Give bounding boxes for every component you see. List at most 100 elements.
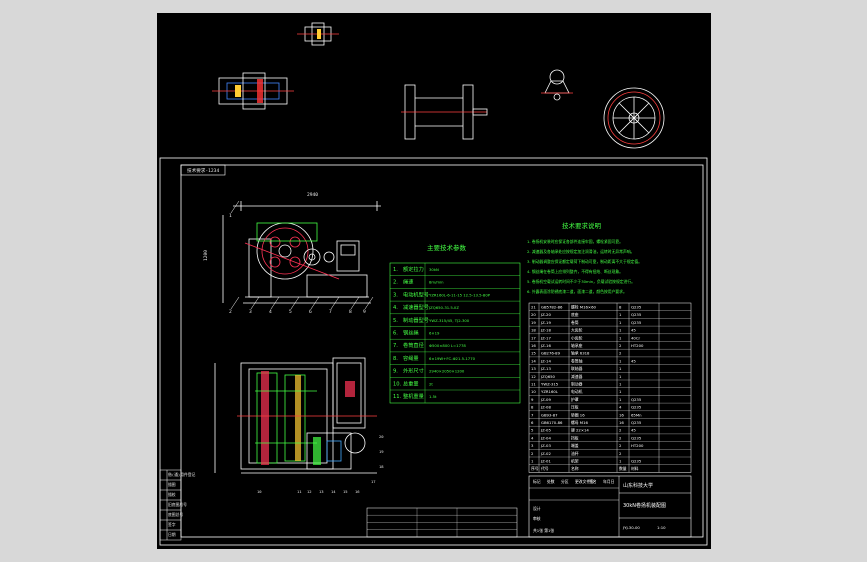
bom-qty: 2: [619, 343, 622, 348]
bom-no: 4: [531, 435, 534, 440]
param-value: YWZ-315/45, TJ2-300: [429, 318, 470, 323]
bom-code: JZ-20: [540, 312, 551, 317]
bom-qty: 1: [619, 389, 622, 394]
callout-number: 7: [329, 309, 332, 315]
detail-view-gearbox-left: [212, 72, 294, 110]
param-no: 11.: [393, 394, 402, 400]
bom-name: 轴承座: [571, 343, 583, 348]
bom-name: 压板: [571, 405, 579, 410]
bom-name: 电动机: [571, 389, 583, 394]
param-value: 6×19: [429, 331, 440, 336]
param-value: 30kN: [429, 267, 439, 272]
param-value: YZR160L-6-11-15 12.5-13.5-80P: [429, 292, 491, 297]
bom-header: 代号: [541, 466, 549, 471]
bom-mat: 45: [631, 358, 636, 363]
title-designer: 设计: [533, 506, 541, 511]
param-value: 1.5t: [429, 394, 437, 399]
bom-name: 卷筒轴: [571, 358, 583, 363]
callout-number: 14: [331, 489, 336, 494]
detail-view-gear-wheel: [603, 87, 665, 149]
bom-qty: 1: [619, 358, 622, 363]
front-elevation-view: [222, 201, 381, 304]
rev-header: 分区: [561, 479, 569, 484]
param-name: 容绳量: [403, 354, 419, 362]
param-value: Φ500×800 L=1778: [429, 343, 466, 348]
bom-no: 12: [531, 374, 536, 379]
front-view-callouts: 1 2 3 4 5 6 7 8 9: [229, 200, 374, 315]
bom-qty: 1: [619, 374, 622, 379]
bom-no: 15: [531, 351, 536, 356]
param-no: 7.: [393, 343, 398, 349]
plan-view: [214, 357, 377, 474]
bom-no: 19: [531, 320, 536, 325]
param-name: 外形尺寸: [403, 367, 424, 375]
bom-name: 螺栓 M16×60: [571, 305, 597, 310]
bom-qty: 16: [619, 412, 624, 417]
bom-name: 小齿轮: [571, 335, 583, 340]
bom-qty: 1: [619, 459, 622, 464]
callout-number: 10: [257, 489, 262, 494]
cad-viewport: 技术要求-1234 借(通)用件登记 描图 描校 旧底图总号 底图总号 签字 日期: [0, 0, 867, 562]
dim-overall: 2940: [307, 192, 318, 198]
bom-header: 序号: [531, 466, 539, 471]
detail-view-top-1: [297, 22, 339, 46]
bom-no: 6: [531, 420, 534, 425]
title-sheet: 共1张 第1张: [533, 528, 554, 533]
bom-name: 垫圈 16: [571, 412, 585, 417]
bom-code: JZ-14: [540, 358, 551, 363]
detail-view-bearing-seat: [541, 69, 573, 101]
callout-number: 11: [297, 489, 302, 494]
callout-number: 19: [379, 449, 384, 454]
param-no: 10.: [393, 381, 402, 387]
bom-qty: 2: [619, 451, 622, 456]
bom-code: JZ-18: [540, 328, 551, 333]
rev-header: 标记: [533, 479, 541, 484]
bom-mat: HT200: [631, 443, 644, 448]
bom-qty: 1: [619, 312, 622, 317]
bom-mat: 45: [631, 428, 636, 433]
param-no: 5.: [393, 318, 398, 324]
bom-no: 2: [531, 451, 534, 456]
bom-qty: 2: [619, 443, 622, 448]
callout-number: 17: [371, 479, 376, 484]
revision-box: [366, 507, 518, 538]
bom-qty: 2: [619, 428, 622, 433]
params-title: 主要技术参数: [427, 243, 467, 252]
left-strip-label: 底图总号: [168, 512, 183, 517]
bom-name: 轴承 6318: [571, 351, 590, 356]
bom-code: JZ-08: [540, 405, 551, 410]
bom-no: 7: [531, 412, 534, 417]
bom-code: JZQ650: [540, 374, 556, 379]
bom-qty: 1: [619, 328, 622, 333]
left-strip-label: 描图: [168, 482, 176, 487]
left-strip-label: 借(通)用件登记: [168, 472, 196, 477]
callout-number: 9: [363, 309, 366, 315]
bom-mat: Q235: [631, 435, 642, 440]
bom-name: 端盖: [571, 443, 579, 448]
bom-mat: Q235: [631, 405, 642, 410]
param-no: 1.: [393, 267, 398, 273]
bom-no: 1: [531, 459, 534, 464]
tech-note: 5. 卷扬机空载试运转时间不少于30min，负载试验按规定进行。: [527, 279, 635, 284]
bom-mat: Q235: [631, 312, 642, 317]
title-drawing-name: 30kN卷扬机装配图: [623, 502, 666, 509]
bom-code: JZ-13: [540, 366, 551, 371]
param-no: 3.: [393, 292, 398, 298]
param-no: 2.: [393, 280, 398, 286]
callout-number: 15: [343, 489, 348, 494]
callout-leader: [230, 296, 240, 310]
dim-height: 1200: [203, 250, 209, 261]
bom-header: 材料: [631, 466, 639, 471]
inner-frame: [180, 164, 704, 538]
tech-note: 1. 卷扬机安装时应保证各部件连接牢固，螺栓紧固可靠。: [527, 239, 623, 244]
bom-code: JZ-02: [540, 451, 551, 456]
bom-code: JZ-05: [540, 428, 551, 433]
param-value: 2940×2050×1200: [429, 369, 465, 374]
left-strip-label: 签字: [168, 522, 176, 527]
bom-mat: Q235: [631, 305, 642, 310]
callout-number: 20: [379, 434, 384, 439]
callout-number: 4: [269, 309, 272, 315]
bom-header: 数量: [619, 466, 627, 471]
left-strip-label: 描校: [168, 492, 176, 497]
bom-no: 5: [531, 428, 534, 433]
